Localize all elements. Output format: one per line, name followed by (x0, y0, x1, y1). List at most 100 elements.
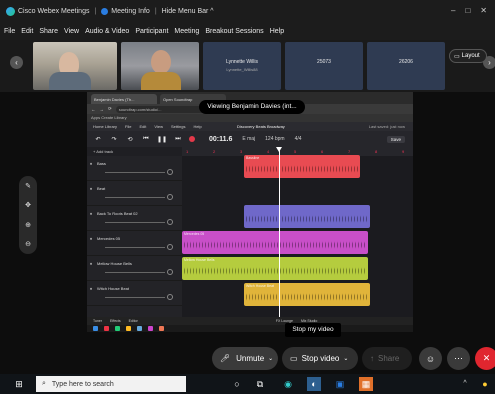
tempo-display[interactable]: 124 bpm (265, 136, 284, 142)
studio-menu-item[interactable]: File (125, 124, 131, 129)
forward-icon[interactable]: → (100, 107, 105, 112)
rewind-icon[interactable]: ⏮ (141, 136, 151, 143)
browser-tab[interactable]: Benjamin Davies (Th... (91, 94, 157, 104)
zoom-in-icon[interactable]: ⊕ (25, 221, 31, 229)
pan-knob[interactable] (167, 294, 173, 300)
menu-help[interactable]: Help (270, 28, 284, 35)
pan-icon[interactable]: ✥ (25, 201, 31, 209)
pan-knob[interactable] (167, 194, 173, 200)
meeting-info-link[interactable]: Meeting Info (111, 8, 150, 15)
participant-video-1[interactable] (33, 42, 117, 90)
minimize-icon[interactable]: – (451, 6, 455, 15)
participant-tile-2[interactable]: 25073 (285, 42, 363, 90)
menu-breakout-sessions[interactable]: Breakout Sessions (205, 28, 263, 35)
pan-knob[interactable] (167, 219, 173, 225)
share-button[interactable]: ↑ Share (362, 347, 412, 370)
chevron-down-icon[interactable]: ⌄ (268, 355, 273, 362)
reload-icon[interactable]: ⟳ (108, 106, 112, 112)
task-view-icon[interactable]: ⧉ (253, 377, 267, 391)
volume-slider[interactable] (105, 247, 165, 248)
end-call-button[interactable]: ✕ (475, 347, 495, 370)
menu-file[interactable]: File (4, 28, 15, 35)
menu-share[interactable]: Share (39, 28, 58, 35)
undo-icon[interactable]: ↶ (93, 136, 103, 143)
studio-menu-item[interactable]: Edit (139, 124, 146, 129)
volume-slider[interactable] (105, 272, 165, 273)
save-button[interactable]: Save (386, 135, 405, 143)
chevron-down-icon[interactable]: ⌄ (343, 355, 348, 362)
annotate-icon[interactable]: ✎ (25, 182, 31, 190)
studio-menu-item[interactable]: Home Library (93, 124, 117, 129)
back-icon[interactable]: ← (91, 107, 96, 112)
cortana-icon[interactable]: ○ (230, 377, 244, 391)
menu-meeting[interactable]: Meeting (174, 28, 199, 35)
scroll-left-icon[interactable]: ‹ (10, 56, 23, 69)
timeline[interactable]: 1 2 3 4 5 6 7 8 9 Bassline Mercedes 05 Mellow Hous… (182, 147, 413, 317)
menu-view[interactable]: View (64, 28, 79, 35)
app-icon[interactable]: ▣ (333, 377, 347, 391)
track-name[interactable]: Mercedes 05 (97, 236, 120, 241)
track-name[interactable]: Beat (97, 186, 105, 191)
windows-start-icon[interactable]: ⊞ (12, 377, 26, 391)
app-icon[interactable]: ▦ (359, 377, 373, 391)
track-name[interactable]: Bass (97, 161, 106, 166)
editor-button[interactable]: Editor (129, 319, 138, 323)
studio-menu-item[interactable]: View (154, 124, 163, 129)
close-icon[interactable]: ✕ (480, 6, 487, 15)
pause-icon[interactable]: ❚❚ (157, 136, 167, 143)
zoom-out-icon[interactable]: ⊖ (25, 240, 31, 248)
effects-button[interactable]: Effects (110, 319, 121, 323)
studio-menu-item[interactable]: Settings (171, 124, 185, 129)
add-track-button[interactable]: + Add track (87, 147, 182, 156)
audio-clip[interactable]: Bassline (244, 155, 360, 178)
track-row[interactable]: ♦ Mellow House Bells (87, 256, 182, 281)
audio-clip[interactable] (244, 205, 370, 228)
track-name[interactable]: Back To Roots Beat 02 (97, 211, 138, 216)
redo-icon[interactable]: ↷ (109, 136, 119, 143)
tuner-button[interactable]: Tuner (93, 319, 102, 323)
edge-icon[interactable]: ◉ (281, 377, 295, 391)
meter-display[interactable]: 4/4 (295, 136, 302, 142)
webex-icon[interactable]: ◐ (307, 377, 321, 391)
audio-clip[interactable]: Mellow House Bells (182, 257, 368, 280)
volume-slider[interactable] (105, 197, 165, 198)
track-row[interactable]: ♦ Beat (87, 181, 182, 206)
volume-slider[interactable] (105, 297, 165, 298)
notification-icon[interactable]: ● (478, 377, 492, 391)
track-row[interactable]: ♦ Mercedes 05 (87, 231, 182, 256)
participant-tile-1[interactable]: Lynnette Willis Lynnette_Willis88 (203, 42, 281, 90)
layout-button[interactable]: ▭ Layout (449, 49, 487, 63)
loop-icon[interactable]: ⟲ (125, 136, 135, 143)
forward-icon[interactable]: ⏭ (173, 136, 183, 143)
audio-clip[interactable]: Witch House Beat (244, 283, 370, 306)
participant-video-2[interactable] (121, 42, 199, 90)
more-options-button[interactable]: ⋯ (447, 347, 470, 370)
volume-slider[interactable] (105, 172, 165, 173)
track-row[interactable]: ♦ Witch House Beat (87, 281, 182, 306)
unmute-button[interactable]: 🎤︎ Unmute ⌄ (212, 347, 278, 370)
menu-edit[interactable]: Edit (21, 28, 33, 35)
track-name[interactable]: Mellow House Bells (97, 261, 132, 266)
maximize-icon[interactable]: □ (465, 6, 470, 15)
pan-knob[interactable] (167, 244, 173, 250)
key-display[interactable]: E maj (242, 136, 255, 142)
audio-clip[interactable]: Mercedes 05 (182, 231, 368, 254)
hide-menu-bar-button[interactable]: Hide Menu Bar ^ (162, 8, 214, 15)
pan-knob[interactable] (167, 269, 173, 275)
studio-menu-item[interactable]: Help (193, 124, 201, 129)
stop-video-button[interactable]: ▭ Stop video ⌄ (282, 347, 358, 370)
track-row[interactable]: ♦ Bass (87, 156, 182, 181)
pan-knob[interactable] (167, 169, 173, 175)
record-icon[interactable] (189, 136, 195, 142)
menu-audio-video[interactable]: Audio & Video (85, 28, 129, 35)
track-row[interactable]: ♦ Back To Roots Beat 02 (87, 206, 182, 231)
participant-tile-3[interactable]: 26206 (367, 42, 445, 90)
share-icon: ↑ (370, 354, 374, 363)
chevron-up-icon[interactable]: ^ (458, 377, 472, 391)
playhead[interactable] (276, 147, 282, 317)
volume-slider[interactable] (105, 222, 165, 223)
reactions-button[interactable]: ☺ (419, 347, 442, 370)
menu-participant[interactable]: Participant (135, 28, 168, 35)
taskbar-search[interactable]: ⌕ Type here to search (36, 376, 186, 392)
track-name[interactable]: Witch House Beat (97, 286, 129, 291)
